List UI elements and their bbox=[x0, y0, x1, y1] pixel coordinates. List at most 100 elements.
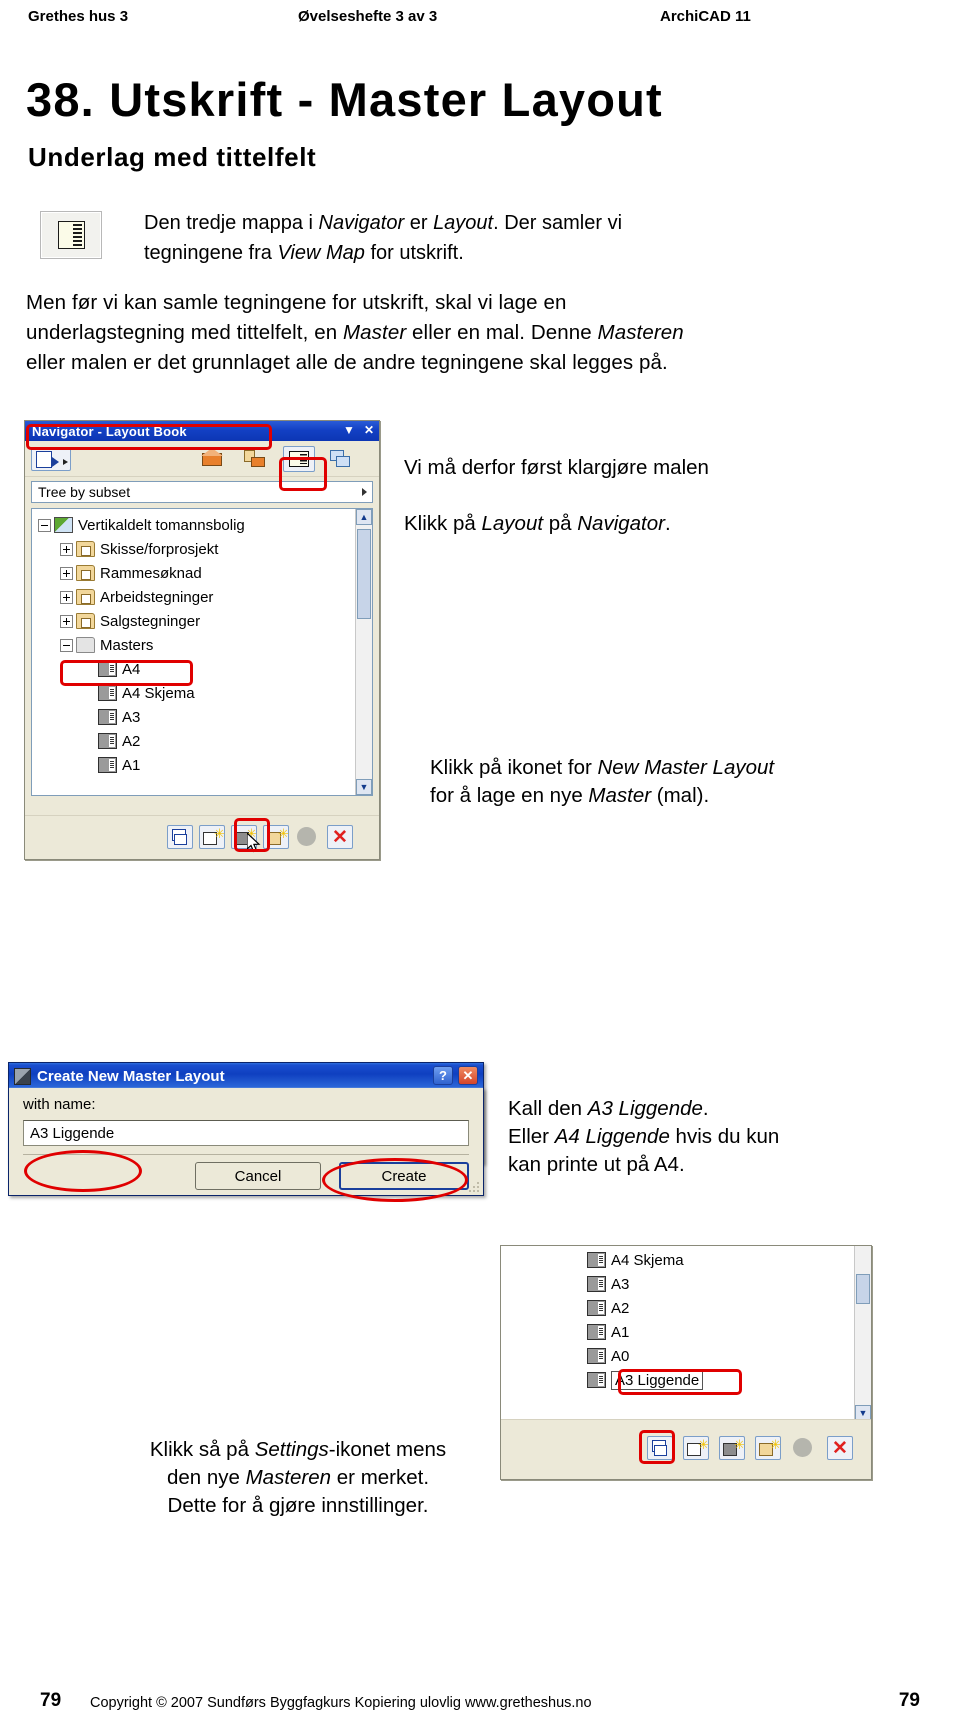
page-title: 38. Utskrift - Master Layout bbox=[26, 73, 663, 126]
tip-3-em2: Master bbox=[588, 784, 652, 807]
cancel-button[interactable]: Cancel bbox=[195, 1162, 321, 1190]
project-icon bbox=[54, 517, 73, 533]
intro-text: Den tredje mappa i Navigator er Layout. … bbox=[144, 208, 824, 268]
layout-book-icon[interactable] bbox=[283, 446, 315, 472]
tip-5-l2-em: Masteren bbox=[245, 1466, 332, 1489]
tree-row[interactable]: Vertikaldelt tomannsbolig bbox=[38, 513, 372, 537]
tree-row-label: Vertikaldelt tomannsbolig bbox=[78, 516, 245, 534]
tree-row[interactable]: A4 bbox=[38, 657, 372, 681]
master-layout-icon bbox=[98, 661, 117, 677]
expand-icon[interactable] bbox=[60, 590, 73, 604]
tree-row-label: A3 bbox=[611, 1275, 630, 1293]
tree-mode-select[interactable]: Tree by subset bbox=[31, 481, 373, 503]
delete-icon[interactable]: ✕ bbox=[327, 825, 353, 849]
tip-5-l1-b: -ikonet mens bbox=[328, 1438, 447, 1461]
help-button[interactable]: ? bbox=[433, 1066, 453, 1085]
new-layout-icon-2[interactable]: ✳ bbox=[683, 1436, 709, 1460]
tip-click-settings: Klikk så på Settings-ikonet mens den nye… bbox=[96, 1436, 500, 1520]
scroll-thumb[interactable] bbox=[357, 529, 371, 619]
tree-row[interactable]: A3 bbox=[38, 705, 372, 729]
tree-row[interactable]: Arbeidstegninger bbox=[38, 585, 372, 609]
publisher-icon[interactable] bbox=[329, 448, 353, 470]
tree-row-label: A1 bbox=[122, 756, 141, 774]
page-subtitle: Underlag med tittelfelt bbox=[28, 142, 317, 172]
tip-3-a: Klikk på ikonet for bbox=[430, 756, 598, 779]
new-subset-icon-2[interactable]: ✳ bbox=[755, 1436, 781, 1460]
settings-icon-2[interactable] bbox=[647, 1436, 673, 1460]
navigator-bottom-toolbar[interactable]: ✳ ✳ ✳ ✕ bbox=[25, 815, 379, 859]
new-master-layout-icon-2[interactable]: ✳ bbox=[719, 1436, 745, 1460]
navigator-tree[interactable]: Vertikaldelt tomannsbolig Skisse/forprosj… bbox=[31, 508, 373, 796]
tree-mode-value: Tree by subset bbox=[38, 484, 131, 500]
tree-scrollbar[interactable]: ▲ ▼ bbox=[355, 509, 372, 795]
tree-row[interactable]: Masters bbox=[38, 633, 372, 657]
footer-text: Copyright © 2007 Sundførs Byggfagkurs Ko… bbox=[90, 1695, 592, 1711]
tree-scrollbar-2[interactable]: ▼ bbox=[854, 1246, 871, 1421]
close-button[interactable]: ✕ bbox=[458, 1066, 478, 1085]
scroll-thumb-2[interactable] bbox=[856, 1274, 870, 1304]
intro-line1-a: Den tredje mappa i bbox=[144, 212, 319, 234]
new-layout-icon[interactable]: ✳ bbox=[199, 825, 225, 849]
para-line2-em2: Masteren bbox=[597, 321, 684, 344]
tree-row[interactable]: A0 bbox=[587, 1344, 871, 1368]
tip-4-l1-a: Kall den bbox=[508, 1097, 588, 1120]
tree-row[interactable]: A4 Skjema bbox=[587, 1248, 871, 1272]
navigator-menu-icon[interactable]: ▼ bbox=[343, 423, 355, 437]
expand-icon[interactable] bbox=[60, 614, 73, 628]
para-line2-a: underlagstegning med tittelfelt, en bbox=[26, 321, 343, 344]
tip-prepare-template: Vi må derfor først klargjøre malen bbox=[404, 454, 924, 482]
dialog-name-label: with name: bbox=[23, 1096, 96, 1113]
scroll-down-icon[interactable]: ▼ bbox=[356, 779, 372, 795]
master-name-input[interactable]: A3 Liggende bbox=[23, 1120, 469, 1146]
tree-row-label: Salgstegninger bbox=[100, 612, 201, 630]
tree-row-label: A4 bbox=[122, 660, 141, 678]
tree-row-label: A1 bbox=[611, 1323, 630, 1341]
tree-row[interactable]: A3 Liggende bbox=[587, 1368, 871, 1392]
collapse-icon[interactable] bbox=[60, 638, 73, 652]
navigator-bottom-toolbar-2[interactable]: ✳ ✳ ✳ ✕ bbox=[501, 1419, 871, 1479]
master-layout-icon bbox=[587, 1372, 606, 1388]
master-layout-icon bbox=[98, 685, 117, 701]
tree-row[interactable]: A4 Skjema bbox=[38, 681, 372, 705]
expand-icon[interactable] bbox=[60, 542, 73, 556]
tree-row[interactable]: Skisse/forprosjekt bbox=[38, 537, 372, 561]
navigator-titlebar[interactable]: Navigator - Layout Book ▼ ✕ bbox=[25, 421, 379, 441]
tip-2-b: på bbox=[543, 512, 578, 535]
scroll-up-icon[interactable]: ▲ bbox=[356, 509, 372, 525]
tip-2-em: Layout bbox=[481, 512, 544, 535]
tree-row-label: A3 Liggende bbox=[611, 1370, 704, 1390]
tree-row[interactable]: A1 bbox=[587, 1320, 871, 1344]
new-subset-icon[interactable]: ✳ bbox=[263, 825, 289, 849]
master-layout-active-icon bbox=[587, 1276, 606, 1292]
navigator-palette[interactable]: Navigator - Layout Book ▼ ✕ Tree by subs… bbox=[24, 420, 380, 860]
navigator-tree-cropped[interactable]: A4 Skjema A3 A2 A1 A0 A3 Liggende ▼ bbox=[501, 1246, 871, 1421]
collapse-icon[interactable] bbox=[38, 518, 51, 532]
navigate-export-icon[interactable] bbox=[31, 447, 71, 471]
resize-grip[interactable] bbox=[468, 1181, 480, 1193]
delete-icon-2[interactable]: ✕ bbox=[827, 1436, 853, 1460]
tree-row[interactable]: A3 bbox=[587, 1272, 871, 1296]
create-button[interactable]: Create bbox=[339, 1162, 469, 1190]
navigator-palette-cropped[interactable]: A4 Skjema A3 A2 A1 A0 A3 Liggende ▼ ✳ ✳ ✳ ✕ bbox=[500, 1245, 872, 1480]
project-map-icon[interactable] bbox=[201, 448, 225, 470]
tip-5-l1-a: Klikk så på bbox=[149, 1438, 255, 1461]
tree-row-label: A3 bbox=[122, 708, 141, 726]
tree-row[interactable]: Salgstegninger bbox=[38, 609, 372, 633]
tree-row[interactable]: A1 bbox=[38, 753, 372, 777]
master-layout-icon bbox=[98, 733, 117, 749]
tree-row[interactable]: Rammesøknad bbox=[38, 561, 372, 585]
tree-row[interactable]: A2 bbox=[587, 1296, 871, 1320]
page-number-left: 79 bbox=[40, 1690, 62, 1711]
tip-4-l2-em: A4 Liggende bbox=[554, 1125, 670, 1148]
navigator-toolbar[interactable] bbox=[25, 441, 379, 477]
view-map-icon[interactable] bbox=[243, 448, 267, 470]
tip-click-new-master-layout: Klikk på ikonet for New Master Layout fo… bbox=[430, 754, 950, 810]
tip-4-l1-em: A3 Liggende bbox=[587, 1097, 703, 1120]
tip-3-em: New Master Layout bbox=[597, 756, 775, 779]
tree-row[interactable]: A2 bbox=[38, 729, 372, 753]
expand-icon[interactable] bbox=[60, 566, 73, 580]
settings-icon[interactable] bbox=[167, 825, 193, 849]
navigator-close-icon[interactable]: ✕ bbox=[364, 423, 374, 437]
tree-row-label: Arbeidstegninger bbox=[100, 588, 214, 606]
layout-book-icon bbox=[40, 211, 102, 259]
